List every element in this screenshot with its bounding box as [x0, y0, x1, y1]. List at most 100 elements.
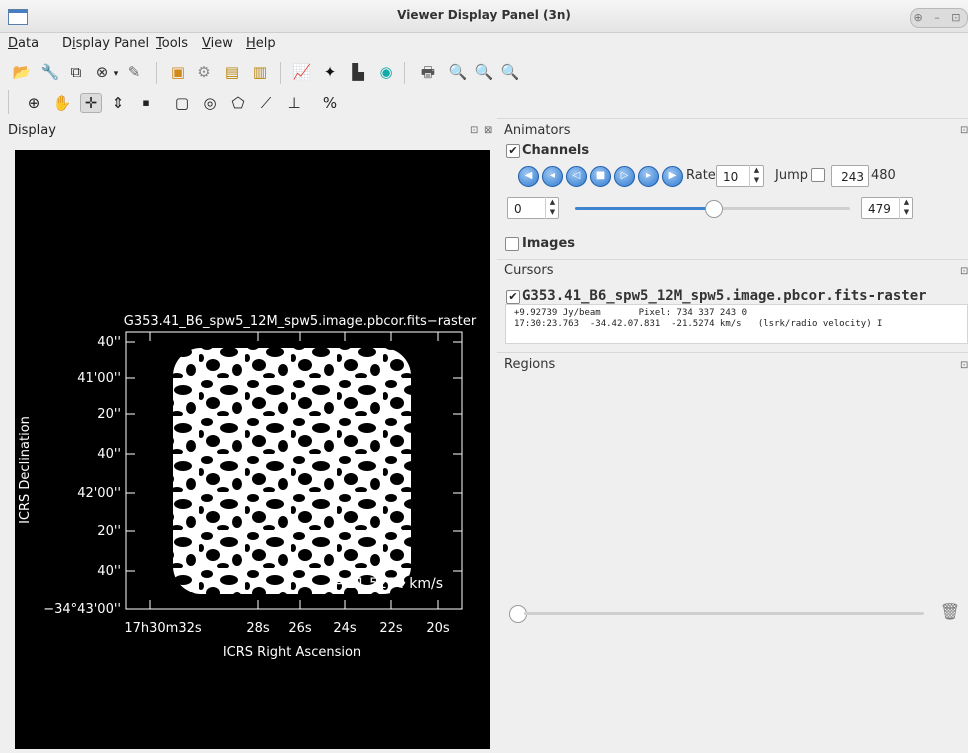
images-checkbox[interactable] [505, 237, 519, 251]
zoom-fit-icon[interactable]: 🔍 [474, 63, 494, 81]
min-frame-stepper[interactable]: ▲ ▼ [545, 197, 559, 219]
divider [497, 118, 968, 119]
step-back-icon[interactable]: ◂ [542, 166, 563, 187]
channels-checkbox[interactable]: ✔ [506, 144, 520, 158]
fit-tool-icon[interactable]: ✦ [320, 63, 340, 81]
x-tick-label: 26s [288, 621, 312, 636]
regions-title: Regions [504, 357, 556, 372]
frame-slider-fill [575, 207, 713, 210]
play-icon[interactable]: ▷ [614, 166, 635, 187]
cursor-image-name: G353.41_B6_spw5_12M_spw5.image.pbcor.fit… [522, 288, 927, 304]
to-end-icon[interactable]: ▶ [662, 166, 683, 187]
print-icon[interactable]: 🖶 [418, 63, 438, 81]
polyline-icon[interactable]: ⟋ [256, 94, 276, 112]
jump-label: Jump [775, 168, 808, 183]
colorbar-icon[interactable]: ◉ [376, 63, 396, 81]
title-bar: Viewer Display Panel (3n) [0, 0, 968, 33]
y-tick-label: 41'00'' [77, 371, 121, 386]
polygon-region-icon[interactable]: ⬠ [228, 94, 248, 112]
trash-icon[interactable]: 🗑 [940, 603, 960, 621]
toolbar-separator [404, 62, 405, 84]
display-panel-label: Display [8, 123, 56, 138]
y-tick-label: 40'' [97, 564, 121, 579]
float-icon[interactable]: ⊡ [960, 266, 968, 277]
image-canvas[interactable]: G353.41_B6_spw5_12M_spw5.image.pbcor.fit… [15, 150, 490, 749]
window-controls[interactable]: ⊕ – ⊡ [910, 8, 968, 28]
rewind-icon[interactable]: ◀ [518, 166, 539, 187]
y-tick-label: 42'00'' [77, 486, 121, 501]
rectangle-region-icon[interactable]: ▢ [172, 94, 192, 112]
ellipse-region-icon[interactable]: ◎ [200, 94, 220, 112]
unload-brush-icon[interactable]: ✎ [124, 63, 144, 81]
spectral-profile-icon[interactable]: 📈 [292, 63, 312, 81]
y-tick-label: −34°43'00'' [43, 602, 121, 617]
frame-slider-handle[interactable] [704, 200, 723, 218]
contrast-tool-icon[interactable]: ⇕ [108, 94, 128, 112]
channels-label: Channels [522, 143, 590, 158]
menu-data[interactable]: Data [8, 36, 39, 51]
zoom-in-icon[interactable]: 🔍 [500, 63, 520, 81]
zoom-out-icon[interactable]: 🔍 [448, 63, 468, 81]
velocity-label: −21.5274 km/s [335, 576, 443, 592]
y-tick-label: 20'' [97, 524, 121, 539]
region-slider-track[interactable] [524, 612, 924, 615]
save-image-icon[interactable]: ▤ [222, 63, 242, 81]
float-icon[interactable]: ⊡ [960, 360, 968, 371]
plot-title: G353.41_B6_spw5_12M_spw5.image.pbcor.fit… [124, 314, 477, 329]
restore-image-icon[interactable]: ▥ [250, 63, 270, 81]
play-reverse-icon[interactable]: ◁ [566, 166, 587, 187]
max-frame-value: 479 [868, 202, 891, 216]
rate-stepper[interactable]: ▲ ▼ [749, 165, 763, 187]
app-window-icon [8, 9, 28, 25]
histogram-icon[interactable]: ▙ [348, 63, 368, 81]
y-tick-label: 40'' [97, 447, 121, 462]
toolbar-separator [156, 62, 157, 84]
point-tool-icon[interactable]: ▪ [136, 94, 156, 112]
menu-display-panel[interactable]: Display Panel [62, 36, 149, 51]
pan-tool-icon[interactable]: ✋ [52, 94, 72, 112]
image-plot: G353.41_B6_spw5_12M_spw5.image.pbcor.fit… [18, 314, 477, 660]
jump-value: 243 [841, 170, 864, 184]
x-tick-label: 24s [333, 621, 357, 636]
position-velocity-icon[interactable]: % [320, 94, 340, 112]
jump-input[interactable]: 243 [831, 165, 869, 187]
cursors-title: Cursors [504, 263, 554, 278]
x-tick-label: 20s [426, 621, 450, 636]
x-tick-label: 17h30m32s [124, 621, 202, 636]
toolbar-separator [280, 62, 281, 84]
toolbar-separator [8, 90, 9, 114]
panel-options-icon[interactable]: ⚙ [194, 63, 214, 81]
close-icon[interactable]: ⊠ [484, 125, 492, 136]
float-icon[interactable]: ⊡ [470, 125, 478, 136]
new-panel-icon[interactable]: ▣ [168, 63, 188, 81]
chevron-down-icon[interactable]: ▾ [106, 65, 126, 83]
min-frame-value: 0 [514, 202, 522, 216]
crosshair-tool-icon[interactable]: ✛ [80, 93, 102, 113]
step-forward-icon[interactable]: ▸ [638, 166, 659, 187]
cursor-image-checkbox[interactable]: ✔ [506, 290, 520, 304]
divider [497, 352, 968, 353]
divider [497, 259, 968, 260]
ruler-icon[interactable]: ⊥ [284, 94, 304, 112]
open-folder-icon[interactable]: 📂 [12, 63, 32, 81]
menu-tools[interactable]: Tools [156, 36, 188, 51]
zoom-tool-icon[interactable]: ⊕ [24, 94, 44, 112]
cursor-readout: +9.92739 Jy/beam Pixel: 734 337 243 0 17:… [505, 304, 968, 344]
total-frames: 480 [871, 168, 896, 183]
y-tick-label: 20'' [97, 407, 121, 422]
animators-title: Animators [504, 123, 571, 138]
float-icon[interactable]: ⊡ [960, 125, 968, 136]
x-tick-label: 22s [379, 621, 403, 636]
rate-value: 10 [723, 170, 739, 184]
stop-icon[interactable]: ■ [590, 166, 611, 187]
y-axis-label: ICRS Declination [18, 416, 33, 524]
adjust-wrench-icon[interactable]: 🔧 [40, 63, 60, 81]
menu-help[interactable]: Help [246, 36, 276, 51]
copy-panel-icon[interactable]: ⧉ [66, 63, 86, 81]
max-frame-stepper[interactable]: ▲ ▼ [899, 197, 913, 219]
cursor-coord-line: 17:30:23.763 -34.42.07.831 -21.5274 km/s… [514, 319, 883, 329]
jump-checkbox[interactable] [811, 168, 825, 182]
x-axis-label: ICRS Right Ascension [223, 645, 361, 660]
menu-view[interactable]: View [202, 36, 233, 51]
menu-bar: Data Display Panel Tools View Help [0, 33, 968, 55]
